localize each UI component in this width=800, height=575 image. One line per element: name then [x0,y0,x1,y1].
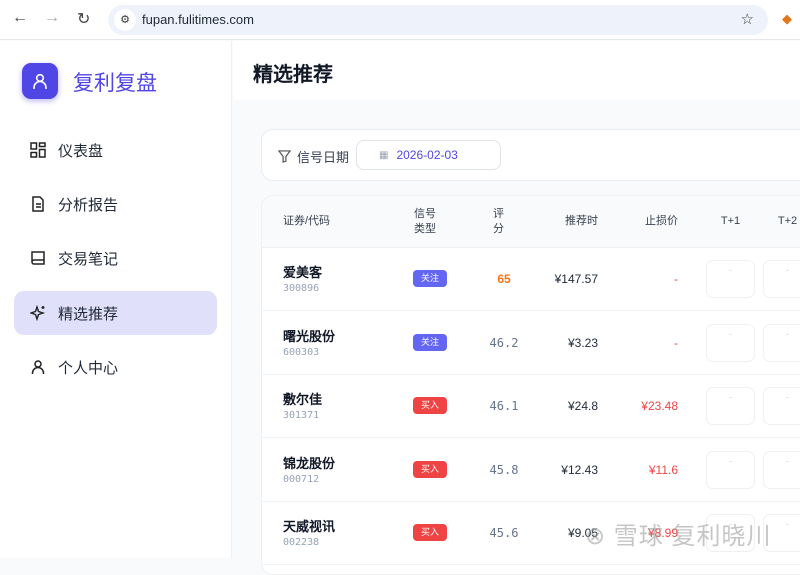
t2-cell: - [763,260,800,298]
dashboard-icon [30,142,46,158]
t1-cell: - [706,387,755,425]
filter-bar: 信号日期 ▦ 2026-02-03 [261,129,800,181]
stock-name[interactable]: 曙光股份 [283,326,335,345]
score: 46.2 [489,335,519,350]
page-header: 精选推荐 [233,41,800,100]
sidebar-item-label: 精选推荐 [58,305,119,323]
signal-type-badge: 关注 [413,333,447,351]
sidebar-item-profile[interactable]: 个人中心 [14,345,217,389]
col-t2: T+2 [777,215,798,227]
sidebar-item-label: 个人中心 [58,359,119,377]
sidebar-item-recommendations[interactable]: 精选推荐 [14,291,217,335]
col-score-line1: 评 [493,208,504,220]
col-t1: T+1 [720,215,741,227]
col-score-line2: 分 [493,223,504,235]
sidebar-item-label: 分析报告 [58,196,119,214]
stop-loss-price: - [674,272,678,286]
user-icon [31,360,45,374]
browser-toolbar: ← → ↻ ⚙ fupan.fulitimes.com ☆ ◆ [0,0,800,40]
reload-icon[interactable]: ↻ [77,9,90,29]
col-price: 推荐时 [565,215,598,227]
logo [22,63,58,99]
signal-type-badge: 买入 [413,524,447,541]
signal-type-badge: 关注 [413,270,447,287]
sidebar: 复利复盘 仪表盘 分析报告 交易笔记 精选推荐 个人中心 [0,41,232,558]
stop-loss-price: - [674,335,678,350]
score: 65 [497,272,511,286]
bookmark-star-icon[interactable]: ☆ [741,10,754,28]
sidebar-item-reports[interactable]: 分析报告 [14,182,217,226]
brand-name: 复利复盘 [73,72,157,95]
score: 46.1 [489,399,519,413]
address-bar[interactable]: ⚙ fupan.fulitimes.com ☆ [108,5,768,35]
col-type-line1: 信号 [414,208,436,220]
stock-code: 000712 [283,473,320,485]
signal-type-badge: 买入 [413,460,447,478]
score: 45.6 [489,526,519,540]
document-icon [32,196,44,212]
stock-code: 600303 [283,346,320,358]
user-icon [33,73,47,89]
col-type-line2: 类型 [414,223,436,235]
stock-code: 300896 [283,283,320,294]
table-row[interactable]: 锦龙股份 000712 买入 45.8 ¥12.43 ¥11.6 - - [262,439,800,502]
t1-cell: - [706,450,755,489]
recommend-price: ¥3.23 [567,335,598,350]
table-row[interactable]: 爱美客 300896 关注 65 ¥147.57 - - - [262,248,800,311]
recommend-price: ¥24.8 [567,399,598,413]
stock-code: 301371 [283,410,320,421]
score: 45.8 [489,462,519,477]
t1-cell: - [706,260,755,298]
book-icon [31,251,45,265]
table-row[interactable]: 曙光股份 600303 关注 46.2 ¥3.23 - - - [262,312,800,375]
table-row[interactable]: 敷尔佳 301371 买入 46.1 ¥24.8 ¥23.48 - - [262,375,800,438]
col-stop: 止损价 [645,215,678,227]
sidebar-item-label: 交易笔记 [58,250,119,268]
url-text[interactable]: fupan.fulitimes.com [142,12,254,27]
recommend-price: ¥12.43 [561,462,598,477]
table-header: 证券/代码 信号类型 评分 推荐时 止损价 T+1 T+2 [262,196,800,248]
stock-name[interactable]: 爱美客 [283,262,322,281]
signal-type-badge: 买入 [413,397,447,414]
stop-loss-price: ¥23.48 [641,399,678,413]
watermark: ⊗ 雪球 复利晓川 [585,523,772,550]
forward-icon[interactable]: → [44,9,60,27]
filter-label: 信号日期 [297,150,350,165]
stock-name[interactable]: 锦龙股份 [283,453,335,472]
col-score: 评分 [493,207,504,237]
stop-loss-price: ¥11.6 [648,462,678,477]
stock-name[interactable]: 天威视讯 [283,516,335,535]
metamask-extension-icon[interactable]: ◆ [782,11,792,27]
sidebar-item-dashboard[interactable]: 仪表盘 [14,128,217,172]
col-stock: 证券/代码 [283,215,331,227]
t1-cell: - [706,323,755,362]
stock-code: 002238 [283,537,320,548]
page-title: 精选推荐 [253,64,333,86]
t2-cell: - [763,450,800,489]
t2-cell: - [763,387,800,425]
col-type: 信号 类型 [414,207,436,237]
sparkles-icon [30,305,46,321]
sidebar-item-notes[interactable]: 交易笔记 [14,236,217,280]
stock-name[interactable]: 敷尔佳 [283,389,322,408]
calendar-icon: ▦ [379,149,389,161]
date-value: 2026-02-03 [396,148,458,162]
sidebar-item-label: 仪表盘 [58,142,104,160]
t2-cell: - [763,323,800,362]
recommend-price: ¥147.57 [554,272,598,286]
signal-date-picker[interactable]: ▦ 2026-02-03 [356,140,501,170]
back-icon[interactable]: ← [12,9,28,27]
filter-icon [278,150,291,163]
site-settings-icon[interactable]: ⚙ [114,9,136,31]
